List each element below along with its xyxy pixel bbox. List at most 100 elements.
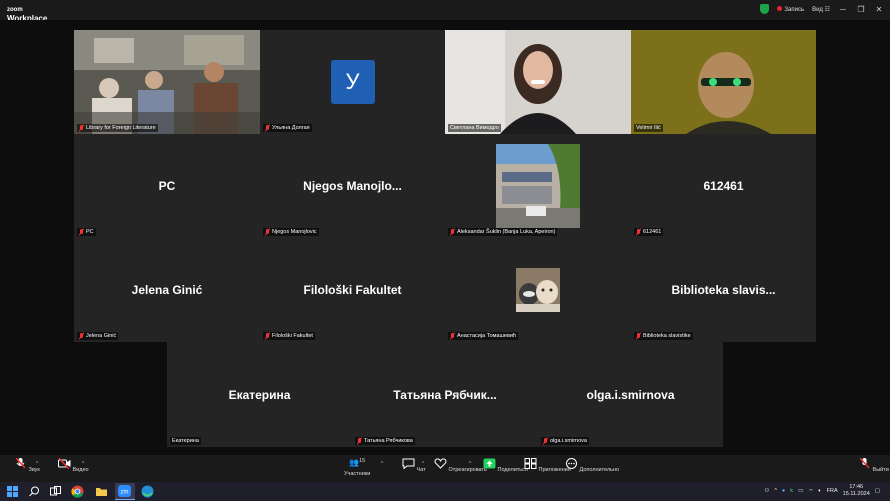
close-button[interactable]: ✕ (874, 5, 884, 14)
participant-name-text: Aleksandar Šuklin (Banja Luka, Apeiron) (457, 229, 556, 235)
mic-muted-icon (859, 457, 870, 469)
participant-name-text: Светлана Вимодро (450, 125, 499, 131)
participant-tile-pc[interactable]: PC PC (74, 134, 260, 238)
recording-indicator[interactable]: Запись (777, 5, 805, 13)
more-button[interactable]: Дополнительно (565, 458, 619, 473)
chrome-icon[interactable] (71, 485, 84, 498)
people-icon[interactable]: ⚇ (764, 488, 769, 494)
participant-name-text: PC (86, 229, 94, 235)
search-icon[interactable] (28, 485, 41, 498)
recording-label: Запись (784, 6, 805, 13)
participant-tile-filoloski[interactable]: Filološki Fakultet Filološki Fakultet (260, 238, 445, 342)
participant-name-text: Екатерина (172, 438, 199, 444)
chat-chevron-icon[interactable]: ^ (422, 461, 424, 467)
meeting-toolbar: Звук ^ Видео ^ 👥15 Участники ^ Чат ^ Отр… (0, 455, 890, 482)
notifications-icon[interactable]: ▢ (875, 488, 880, 494)
vpn-icon[interactable]: k (790, 488, 793, 494)
leave-button[interactable]: Выйти (858, 457, 889, 473)
minimize-button[interactable]: ─ (838, 5, 848, 14)
file-explorer-icon[interactable] (95, 485, 108, 498)
avatar: У (330, 60, 375, 104)
participants-chevron-icon[interactable]: ^ (381, 461, 383, 467)
audio-label: Звук (28, 467, 40, 473)
svg-text:zm: zm (121, 490, 129, 496)
participant-tile-olga[interactable]: olga.i.smirnova olga.i.smirnova (538, 342, 723, 447)
participant-name-text: Анастасија Томашевић (457, 333, 517, 339)
participant-name-text: Ульяна Долгая (272, 125, 310, 131)
participant-name: Татьяна Рябчикова (355, 437, 415, 445)
participant-tile-svetlana[interactable]: Светлана Вимодро (445, 30, 631, 134)
mic-muted-icon (265, 229, 270, 235)
restore-icon[interactable]: ❐ (856, 5, 866, 14)
expand-tray-chevron-icon[interactable]: ^ (774, 488, 777, 494)
participant-name: olga.i.smirnova (541, 437, 589, 445)
wifi-icon[interactable]: ⌔ (808, 488, 813, 495)
participant-name: Анастасија Томашевић (448, 332, 519, 340)
clock[interactable]: 17:46 15.11.2024 (843, 484, 870, 498)
mic-muted-icon (265, 333, 270, 339)
participant-tile-velimir[interactable]: Velimir Ilić (631, 30, 816, 134)
tray-apps-icon[interactable]: ● (782, 488, 785, 494)
react-chevron-icon[interactable]: ^ (469, 461, 471, 467)
participant-name-text: 612461 (643, 229, 662, 235)
input-language[interactable]: FRA (827, 488, 838, 494)
more-icon (566, 458, 577, 469)
share-button[interactable]: Поделиться (483, 458, 528, 473)
participants-button[interactable]: 👥15 Участники (344, 458, 370, 477)
participant-display-name: PC (158, 179, 176, 193)
participant-name-text: Jelena Ginić (86, 333, 117, 339)
volume-icon[interactable]: 🔈︎ (818, 488, 821, 495)
shield-icon[interactable] (760, 4, 770, 14)
participant-tile-612461[interactable]: 612461 612461 (631, 134, 816, 238)
profile-picture (516, 268, 560, 312)
logo-line1: zoom (7, 7, 23, 13)
participant-name: Ульяна Долгая (263, 124, 312, 132)
participant-name: Jelena Ginić (77, 332, 119, 340)
participant-tile-anastasia[interactable]: Анастасија Томашевић (445, 238, 631, 342)
participant-tile-ulyana[interactable]: У Ульяна Долгая (260, 30, 445, 134)
heart-icon (434, 458, 447, 469)
participant-tile-biblioteka[interactable]: Biblioteka slavis... Biblioteka slavisti… (631, 238, 816, 342)
participant-tile-tatyana[interactable]: Татьяна Рябчик... Татьяна Рябчикова (352, 342, 538, 447)
participant-name-text: Biblioteka slavistike (643, 333, 691, 339)
record-dot-icon (777, 5, 783, 11)
apps-button[interactable]: Приложения (524, 458, 571, 473)
view-button[interactable]: Вид ☷ (812, 6, 830, 13)
participant-display-name: Filološki Fakultet (303, 283, 402, 297)
chat-icon (402, 458, 415, 470)
more-label: Дополнительно (579, 467, 620, 473)
mic-muted-icon (79, 333, 84, 339)
zoom-taskbar-item[interactable]: zm (115, 483, 135, 500)
participant-name: Velimir Ilić (634, 124, 663, 132)
camera-off-icon (58, 457, 71, 470)
mic-muted-icon (543, 438, 548, 444)
edge-icon[interactable] (141, 485, 154, 498)
participant-tile-library[interactable]: Library for Foreign Literature (74, 30, 260, 134)
mic-muted-icon (450, 333, 455, 339)
participant-tile-jelena[interactable]: Jelena Ginić Jelena Ginić (74, 238, 260, 342)
participant-name: Njegos Manojlovic (263, 228, 319, 236)
task-view-icon[interactable] (49, 485, 62, 498)
share-screen-icon (483, 458, 496, 469)
windows-start-icon[interactable] (6, 485, 19, 498)
participant-name: Светлана Вимодро (448, 124, 501, 132)
participant-name-text: Njegos Manojlovic (272, 229, 317, 235)
react-label: Отреагировать (448, 467, 487, 473)
audio-options-chevron-icon[interactable]: ^ (36, 461, 38, 467)
apps-icon (524, 458, 537, 469)
video-options-chevron-icon[interactable]: ^ (82, 461, 84, 467)
participant-display-name: olga.i.smirnova (586, 387, 675, 402)
participant-tile-ekaterina[interactable]: Екатерина Екатерина (167, 342, 352, 447)
react-button[interactable]: Отреагировать (434, 458, 487, 473)
network-icon[interactable]: ▭ (798, 488, 803, 494)
system-tray: ⚇ ^ ● k ▭ ⌔ 🔈︎ FRA 17:46 15.11.2024 ▢ (764, 484, 880, 498)
participant-tile-njegos[interactable]: Njegos Manojlo... Njegos Manojlovic (260, 134, 445, 238)
video-gallery: Library for Foreign Literature У Ульяна … (0, 20, 890, 455)
participant-tile-aleksandar[interactable]: Aleksandar Šuklin (Banja Luka, Apeiron) (445, 134, 631, 238)
os-taskbar: zm ⚇ ^ ● k ▭ ⌔ 🔈︎ FRA 17:46 15.11.2024 ▢ (0, 482, 890, 501)
clock-time: 17:46 (849, 484, 864, 490)
participant-name-text: Velimir Ilić (636, 125, 661, 131)
participant-name: Library for Foreign Literature (77, 124, 158, 132)
participant-display-name: Njegos Manojlo... (303, 179, 402, 193)
participant-name: Biblioteka slavistike (634, 332, 693, 340)
